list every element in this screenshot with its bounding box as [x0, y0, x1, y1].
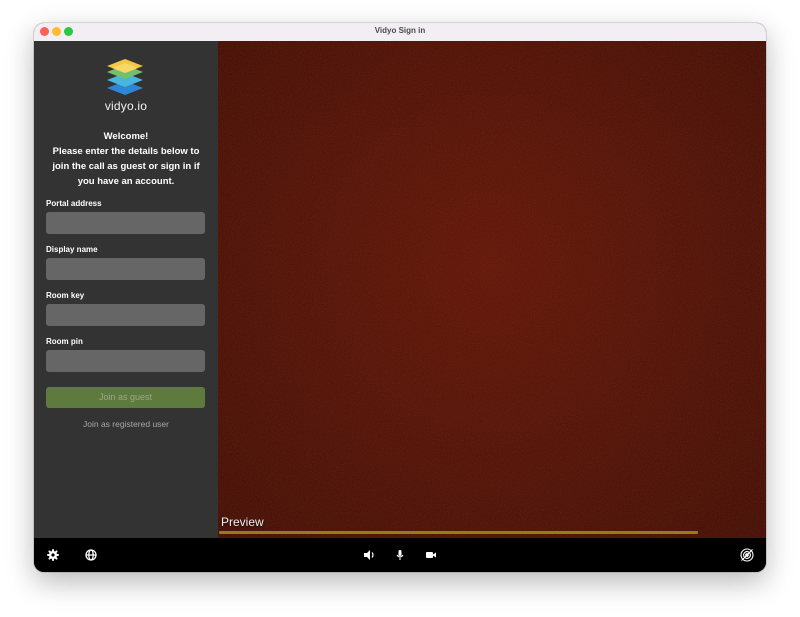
- welcome-message: Please enter the details below to join t…: [52, 146, 200, 187]
- camera-icon[interactable]: [423, 547, 439, 563]
- room-pin-label: Room pin: [46, 337, 83, 346]
- audio-level-meter: [219, 531, 698, 534]
- room-key-input[interactable]: [46, 304, 205, 326]
- bottom-toolbar: [34, 538, 766, 572]
- gear-icon[interactable]: [45, 547, 61, 563]
- preview-grain: [218, 41, 766, 538]
- portal-address-input[interactable]: [46, 212, 205, 234]
- welcome-heading: Welcome!: [103, 131, 149, 142]
- display-name-label: Display name: [46, 245, 98, 254]
- app-window: Vidyo Sign in vidyo.io Welcome! Please e…: [34, 23, 766, 572]
- brand-wordmark: vidyo.io: [104, 99, 148, 113]
- preview-label: Preview: [221, 515, 264, 529]
- room-key-label: Room key: [46, 291, 85, 300]
- globe-icon[interactable]: [83, 547, 99, 563]
- microphone-icon[interactable]: [392, 547, 408, 563]
- sign-in-sidebar: vidyo.io Welcome! Please enter the detai…: [34, 41, 218, 538]
- network-status-icon[interactable]: [739, 547, 755, 563]
- window-title: Vidyo Sign in: [374, 26, 426, 35]
- camera-preview: Preview: [218, 41, 766, 538]
- portal-address-label: Portal address: [46, 199, 102, 208]
- display-name-input[interactable]: [46, 258, 205, 280]
- title-bar[interactable]: Vidyo Sign in: [34, 23, 766, 42]
- room-pin-input[interactable]: [46, 350, 205, 372]
- join-as-guest-button[interactable]: Join as guest: [46, 387, 205, 408]
- vidyo-logo-icon: [107, 59, 143, 95]
- speaker-icon[interactable]: [361, 547, 377, 563]
- join-as-registered-user-link[interactable]: Join as registered user: [34, 419, 218, 429]
